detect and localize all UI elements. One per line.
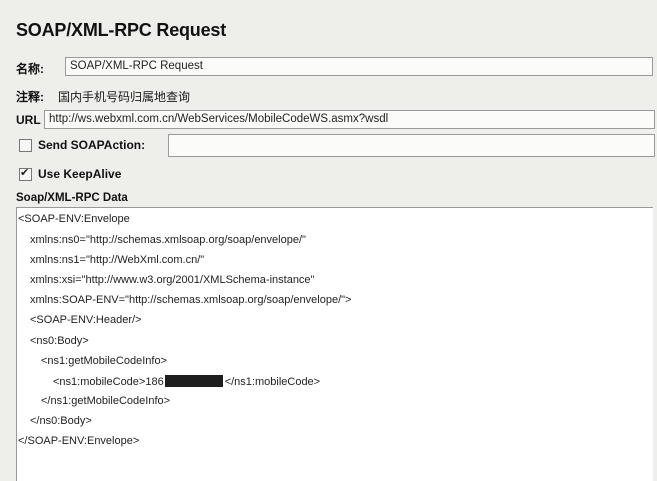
panel-title: SOAP/XML-RPC Request bbox=[16, 20, 227, 40]
code-line: xmlns:SOAP-ENV="http://schemas.xmlsoap.o… bbox=[30, 294, 352, 306]
code-line: <ns1:getMobileCodeInfo> bbox=[41, 355, 167, 367]
soap-request-panel: SOAP/XML-RPC Request 名称: SOAP/XML-RPC Re… bbox=[0, 0, 657, 481]
code-line: </SOAP-ENV:Envelope> bbox=[18, 435, 140, 447]
code-line: </ns1:getMobileCodeInfo> bbox=[41, 395, 171, 407]
url-label: URL bbox=[16, 113, 41, 127]
code-line: xmlns:xsi="http://www.w3.org/2001/XMLSch… bbox=[30, 274, 315, 286]
name-label: 名称: bbox=[16, 62, 44, 76]
code-line: <SOAP-ENV:Header/> bbox=[30, 314, 142, 326]
code-line: xmlns:ns1="http://WebXml.com.cn/" bbox=[30, 254, 205, 266]
send-soapaction-label: Send SOAPAction: bbox=[38, 138, 146, 152]
code-line: <ns0:Body> bbox=[30, 335, 89, 347]
use-keepalive-checkbox[interactable] bbox=[19, 166, 32, 181]
comment-input[interactable]: 国内手机号码归属地查询 bbox=[58, 88, 190, 105]
redacted-number bbox=[164, 375, 223, 387]
mobile-code-open: <ns1:mobileCode>186 bbox=[53, 376, 164, 388]
soapaction-input[interactable] bbox=[168, 134, 655, 157]
code-line: xmlns:ns0="http://schemas.xmlsoap.org/so… bbox=[30, 234, 306, 246]
soap-data-editor[interactable]: <SOAP-ENV:Envelope xmlns:ns0="http://sch… bbox=[16, 207, 653, 481]
comment-label: 注释: bbox=[16, 90, 44, 104]
name-input[interactable]: SOAP/XML-RPC Request bbox=[65, 57, 653, 76]
use-keepalive-label: Use KeepAlive bbox=[38, 167, 122, 181]
soap-data-label: Soap/XML-RPC Data bbox=[16, 192, 128, 204]
send-soapaction-checkbox[interactable] bbox=[19, 139, 32, 152]
mobile-code-close: </ns1:mobileCode> bbox=[224, 376, 321, 388]
code-line: </ns0:Body> bbox=[30, 415, 92, 427]
code-line-mobile-code: <ns1:mobileCode>186 </ns1:mobileCode> bbox=[53, 375, 320, 388]
code-line: <SOAP-ENV:Envelope bbox=[18, 213, 130, 225]
url-input[interactable]: http://ws.webxml.com.cn/WebServices/Mobi… bbox=[44, 110, 655, 129]
